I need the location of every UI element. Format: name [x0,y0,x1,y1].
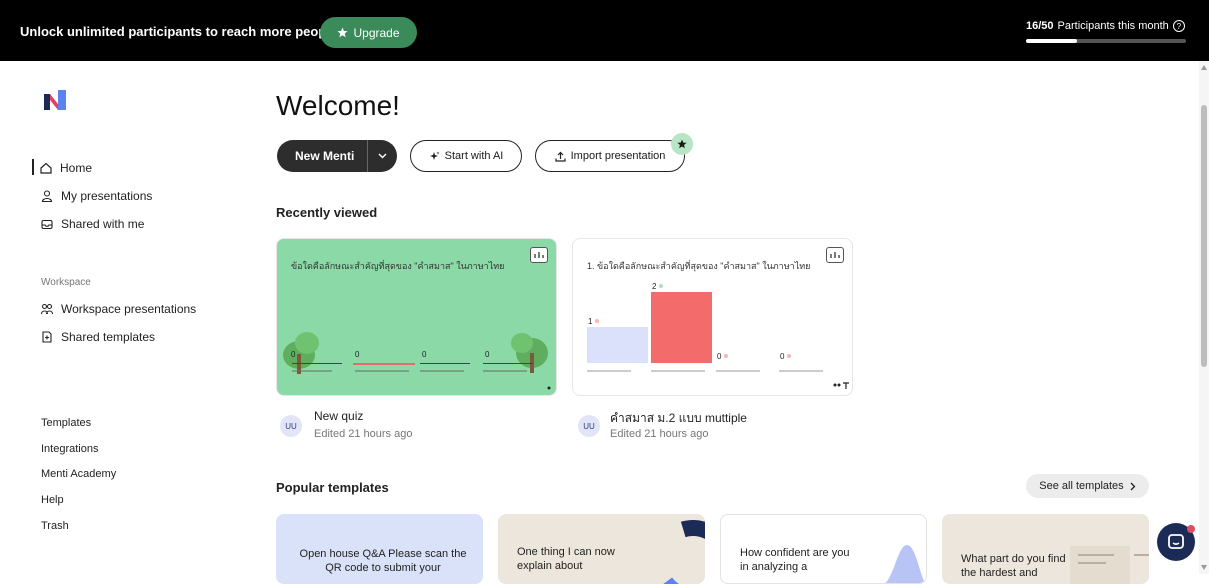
recent-presentation-card[interactable]: 1. ข้อใดคือลักษณะสำคัญที่สุดของ "คำสมาส"… [572,238,853,396]
option-count: 2 [652,282,657,291]
participants-count: 16/50 [1026,20,1054,32]
upgrade-label: Upgrade [353,25,400,40]
sidebar-item-label: My presentations [61,189,153,203]
sidebar-item-my-presentations[interactable]: My presentations [41,189,152,203]
start-with-ai-label: Start with AI [444,150,504,162]
star-icon [337,27,349,38]
sidebar-item-label: Workspace presentations [61,302,197,316]
participants-progress [1026,39,1186,43]
import-presentation-label: Import presentation [570,150,666,162]
sidebar-item-label: Shared with me [61,217,145,231]
sidebar-link-menti-academy[interactable]: Menti Academy [41,468,116,480]
sidebar-link-templates[interactable]: Templates [41,417,91,429]
option-count: 0 [780,352,785,361]
start-with-ai-button[interactable]: Start with AI [410,140,522,172]
scroll-up-icon[interactable] [1201,65,1207,70]
new-menti-button[interactable]: New Menti [277,140,397,172]
upload-icon [555,151,566,162]
avatar: UU [280,415,302,437]
popular-templates-heading: Popular templates [276,480,389,495]
sidebar-item-label: Shared templates [61,330,156,344]
scroll-down-icon[interactable] [1201,565,1207,570]
template-icon [42,331,52,343]
scrollbar[interactable] [1199,61,1209,574]
sidebar-link-help[interactable]: Help [41,494,64,506]
participants-label: Participants this month [1057,20,1169,32]
new-menti-label: New Menti [295,149,355,163]
sidebar-item-home[interactable]: Home [32,159,93,175]
chat-icon [1168,534,1184,549]
participants-progress-fill [1026,39,1078,43]
notification-dot [1187,525,1195,533]
inbox-icon [41,219,53,230]
upgrade-button[interactable]: Upgrade [320,17,417,48]
sidebar-item-shared-with-me[interactable]: Shared with me [41,217,144,231]
sidebar-item-workspace-presentations[interactable]: Workspace presentations [41,302,196,316]
presentation-edited-time: Edited 21 hours ago [610,428,709,440]
participants-counter: 16/50 Participants this month ? [1026,20,1185,32]
recent-presentation-card[interactable]: ข้อใดคือลักษณะสำคัญที่สุดของ "คำสมาส" ใน… [276,238,557,396]
presentation-title[interactable]: คำสมาส ม.2 แบบ muttiple [610,409,747,428]
option-count: 1 [588,317,593,326]
help-icon[interactable]: ? [1172,20,1185,32]
import-presentation-button[interactable]: Import presentation [535,140,685,172]
sidebar-item-label: Home [60,161,93,175]
recently-viewed-heading: Recently viewed [276,205,378,220]
sidebar-link-trash[interactable]: Trash [41,520,69,532]
option-count: 0 [355,350,360,359]
upgrade-banner: Unlock unlimited participants to reach m… [0,0,1209,61]
option-count: 0 [291,350,296,359]
option-count: 0 [422,350,427,359]
sidebar-link-integrations[interactable]: Integrations [41,443,98,455]
see-all-templates-button[interactable]: See all templates [1026,474,1149,498]
mentimeter-logo[interactable] [44,90,66,110]
chat-support-button[interactable] [1157,523,1195,561]
option-count: 0 [485,350,490,359]
workspace-label: Workspace [41,277,91,288]
template-text: Open house Q&A Please scan the QR code t… [299,548,467,574]
sidebar-item-shared-templates[interactable]: Shared templates [41,330,155,344]
scrollbar-thumb[interactable] [1201,105,1207,367]
chevron-right-icon [1130,482,1136,490]
chevron-down-icon[interactable] [368,153,397,159]
user-icon [41,190,53,202]
banner-message: Unlock unlimited participants to reach m… [20,24,341,39]
star-badge-icon [671,133,693,155]
home-icon [40,162,52,174]
presentation-edited-time: Edited 21 hours ago [314,428,413,440]
page-title: Welcome! [276,90,400,121]
presentation-title[interactable]: New quiz [314,409,363,423]
see-all-label: See all templates [1039,480,1124,492]
avatar: UU [578,415,600,437]
sparkle-icon [429,151,440,160]
option-count: 0 [717,352,722,361]
users-icon [41,303,53,315]
results-bar-chart [587,284,849,389]
slide-illustration [283,332,551,390]
